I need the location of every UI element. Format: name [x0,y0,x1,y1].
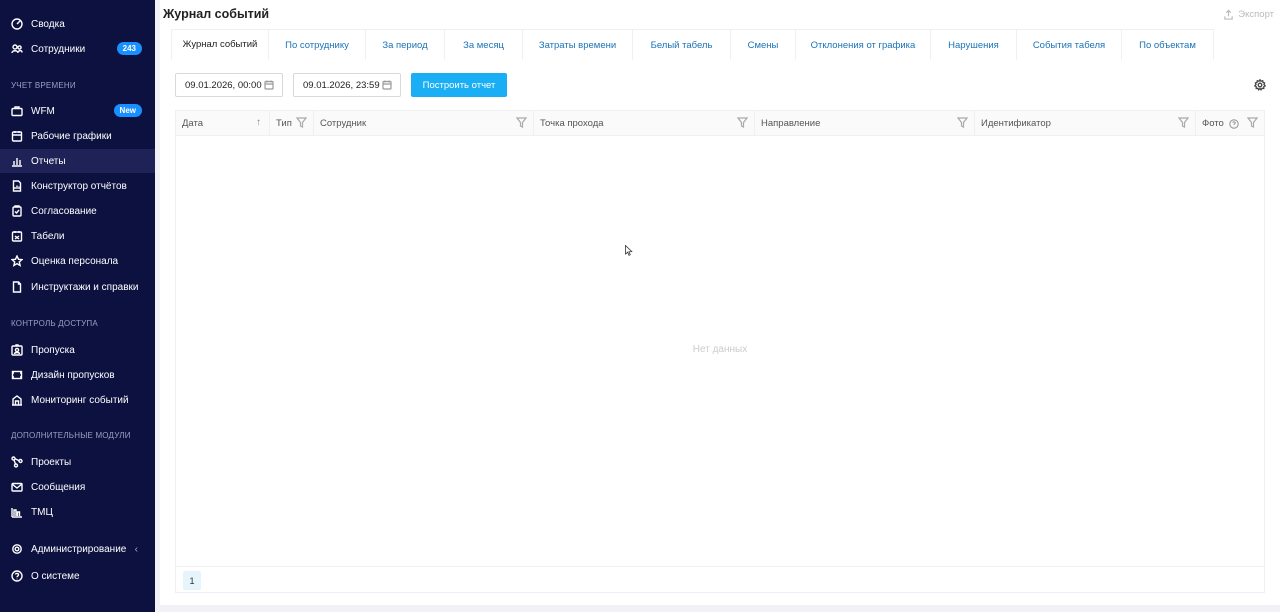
sidebar-item-passes[interactable]: Пропуска [0,338,155,362]
timesheet-icon [11,230,23,242]
sidebar-item-projects[interactable]: Проекты [0,450,155,474]
tab-for-month[interactable]: За месяц [445,29,523,60]
export-icon [1224,9,1234,20]
tab-violations[interactable]: Нарушения [931,29,1017,60]
sidebar-item-staff-evaluation[interactable]: Оценка персонала [0,249,155,273]
mouse-cursor-icon [625,245,633,256]
calendar-icon [264,80,274,90]
tab-white-timesheet[interactable]: Белый табель [633,29,731,60]
section-label-extra: ДОПОЛНИТЕЛЬНЫЕ МОДУЛИ [11,431,131,440]
sidebar-item-employees[interactable]: Сотрудники 243 [0,37,155,61]
sidebar-item-briefings[interactable]: Инструктажи и справки [0,275,155,299]
column-photo: Фото [1196,111,1264,136]
projects-icon [11,456,23,468]
sidebar-item-about[interactable]: О системе [0,564,155,588]
report-tabs: Журнал событий По сотруднику За период З… [171,29,1214,60]
date-from-input[interactable]: 09.01.2026, 00:00 [175,73,283,97]
main-area: Журнал событий Экспорт Журнал событий По… [155,0,1280,612]
tab-by-employee[interactable]: По сотруднику [269,29,366,60]
sidebar: Сводка Сотрудники 243 УЧЕТ ВРЕМЕНИ WFM N… [0,0,155,612]
sidebar-item-administration[interactable]: Администрирование ‹ [0,537,155,561]
mail-icon [11,481,23,493]
badge-icon [11,344,23,356]
column-identifier: Идентификатор [975,111,1196,136]
sidebar-item-pass-design[interactable]: Дизайн пропусков [0,363,155,387]
dashboard-icon [11,18,23,30]
column-type: Тип [270,111,314,136]
calendar-icon [11,130,23,142]
document-icon [11,281,23,293]
column-access-point: Точка прохода [534,111,755,136]
sidebar-item-messages[interactable]: Сообщения [0,475,155,499]
tab-timesheet-events[interactable]: События табеля [1017,29,1122,60]
section-label-time: УЧЕТ ВРЕМЕНИ [11,81,76,90]
tab-by-objects[interactable]: По объектам [1122,29,1214,60]
monitoring-icon [11,394,23,406]
filter-icon[interactable] [295,117,308,128]
settings-gear-icon[interactable] [1253,78,1267,91]
sidebar-item-report-builder[interactable]: Конструктор отчётов [0,174,155,198]
table-header: Дата ↑ Тип Сотрудник Точка прохода Напра… [176,111,1264,136]
sidebar-item-event-monitoring[interactable]: Мониторинг событий [0,388,155,412]
filter-icon[interactable] [736,117,749,128]
date-to-input[interactable]: 09.01.2026, 23:59 [293,73,401,97]
employees-count-badge: 243 [116,42,142,55]
filter-icon[interactable] [1246,117,1259,128]
tab-time-costs[interactable]: Затраты времени [523,29,633,60]
export-button[interactable]: Экспорт [1223,9,1274,20]
page-button[interactable]: 1 [183,571,201,590]
help-circle-icon[interactable] [1229,118,1239,129]
filter-icon[interactable] [956,117,969,128]
events-table: Дата ↑ Тип Сотрудник Точка прохода Напра… [175,110,1265,593]
column-employee: Сотрудник [314,111,534,136]
page-title: Журнал событий [163,7,270,21]
question-icon [11,570,23,582]
approval-icon [11,205,23,217]
calendar-icon [382,80,392,90]
build-report-button[interactable]: Построить отчет [411,73,507,97]
column-date[interactable]: Дата ↑ [176,111,270,136]
tab-schedule-deviations[interactable]: Отклонения от графика [796,29,931,60]
pass-design-icon [11,369,23,381]
tab-event-log[interactable]: Журнал событий [171,29,269,60]
sort-arrow-up-icon[interactable]: ↑ [256,117,261,128]
gear-icon [11,543,23,555]
bar-chart-icon [11,155,23,167]
sidebar-item-inventory[interactable]: ТМЦ [0,500,155,524]
briefcase-icon [11,105,23,117]
section-label-access: КОНТРОЛЬ ДОСТУПА [11,319,98,328]
tab-shifts[interactable]: Смены [731,29,796,60]
sidebar-item-work-schedules[interactable]: Рабочие графики [0,124,155,148]
sidebar-item-timesheets[interactable]: Табели [0,224,155,248]
empty-state-text: Нет данных [692,344,748,355]
report-card: Журнал событий Экспорт Журнал событий По… [160,0,1280,605]
sidebar-item-summary[interactable]: Сводка [0,12,155,36]
filter-icon[interactable] [515,117,528,128]
column-direction: Направление [755,111,975,136]
pagination: 1 [176,566,1264,593]
chevron-left-icon[interactable]: ‹ [135,544,138,555]
filter-icon[interactable] [1177,117,1190,128]
tab-for-period[interactable]: За период [366,29,445,60]
new-badge: New [113,104,142,117]
sidebar-item-approval[interactable]: Согласование [0,199,155,223]
star-icon [11,255,23,267]
report-builder-icon [11,180,23,192]
users-icon [11,43,23,55]
sidebar-item-wfm[interactable]: WFM New [0,99,155,123]
inventory-icon [11,506,23,518]
sidebar-item-reports[interactable]: Отчеты [0,149,155,173]
